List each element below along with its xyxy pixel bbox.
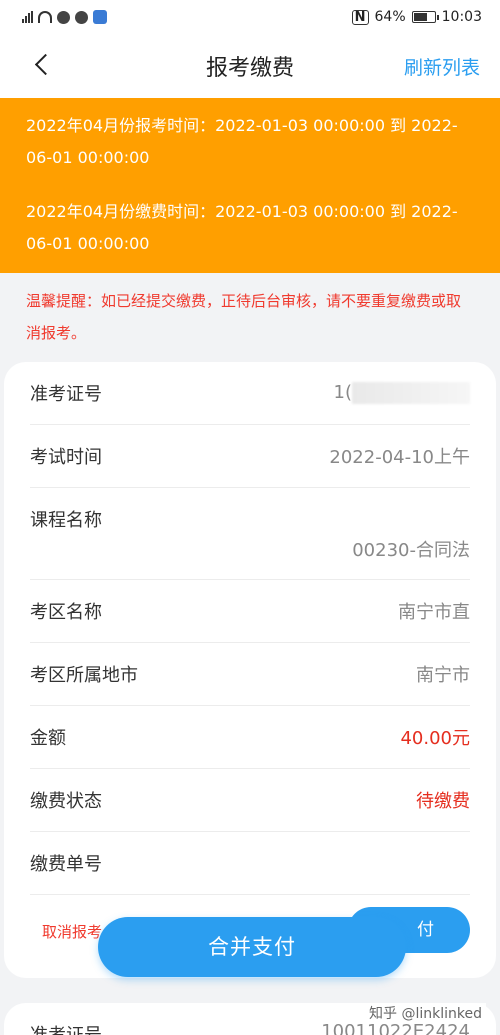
app-icon xyxy=(93,10,107,24)
status-bar: N 64% 10:03 xyxy=(0,0,500,34)
watermark: 知乎 @linklinked xyxy=(365,1003,486,1023)
row-value: 南宁市 xyxy=(416,665,470,686)
row-value: 南宁市直 xyxy=(398,602,470,623)
back-arrow-icon[interactable] xyxy=(30,50,60,80)
row-course-name: 课程名称 00230-合同法 xyxy=(30,488,470,580)
nav-bar: 报考缴费 刷新列表 xyxy=(0,34,500,98)
row-amount: 金额 40.00元 xyxy=(30,706,470,769)
reminder-text: 温馨提醒：如已经提交缴费，正待后台审核，请不要重复缴费或取消报考。 xyxy=(26,292,462,342)
row-exam-area: 考区名称 南宁市直 xyxy=(30,580,470,643)
status-icons-left xyxy=(22,10,107,24)
row-exam-time: 考试时间 2022-04-10上午 xyxy=(30,425,470,488)
merge-pay-button[interactable]: 合并支付 xyxy=(98,917,406,977)
refresh-list-button[interactable]: 刷新列表 xyxy=(404,53,480,80)
row-value: 10011022E2424 xyxy=(321,1021,470,1035)
row-label: 考试时间 xyxy=(30,447,102,468)
row-value: 1( xyxy=(334,382,470,404)
redaction-blur xyxy=(352,382,470,404)
row-label: 金额 xyxy=(30,728,66,749)
row-value: 00230-合同法 xyxy=(352,540,470,561)
nfc-icon: N xyxy=(351,9,369,25)
cancel-registration-button[interactable]: 取消报考 xyxy=(42,921,102,942)
notification-icon xyxy=(57,10,70,24)
battery-percent: 64% xyxy=(374,9,406,25)
row-label: 缴费状态 xyxy=(30,791,102,812)
row-payment-number: 缴费单号 xyxy=(30,832,470,895)
row-label: 考区所属地市 xyxy=(30,665,138,686)
exam-record-card: 准考证号 1( 考试时间 2022-04-10上午 课程名称 00230-合同法… xyxy=(4,362,496,978)
battery-icon xyxy=(411,11,439,23)
exam-period-text: 2022年04月份报考时间：2022-01-03 00:00:00 到 2022… xyxy=(26,116,458,167)
row-label: 准考证号 xyxy=(30,1021,102,1035)
row-area-city: 考区所属地市 南宁市 xyxy=(30,643,470,706)
period-banner: 2022年04月份报考时间：2022-01-03 00:00:00 到 2022… xyxy=(0,98,500,273)
signal-icon xyxy=(22,11,33,23)
clock: 10:03 xyxy=(441,9,482,25)
status-icons-right: N 64% 10:03 xyxy=(351,9,482,25)
row-label: 课程名称 xyxy=(30,510,102,531)
amount-value: 40.00元 xyxy=(400,728,470,749)
chat-icon xyxy=(75,10,88,24)
status-badge: 待缴费 xyxy=(416,791,470,812)
row-label: 考区名称 xyxy=(30,602,102,623)
row-value: 2022-04-10上午 xyxy=(329,447,470,468)
row-payment-status: 缴费状态 待缴费 xyxy=(30,769,470,832)
row-admission-number: 准考证号 1( xyxy=(30,362,470,425)
pay-period-text: 2022年04月份缴费时间：2022-01-03 00:00:00 到 2022… xyxy=(26,202,458,253)
wifi-icon xyxy=(38,11,52,23)
row-label: 准考证号 xyxy=(30,384,102,405)
row-label: 缴费单号 xyxy=(30,854,102,875)
